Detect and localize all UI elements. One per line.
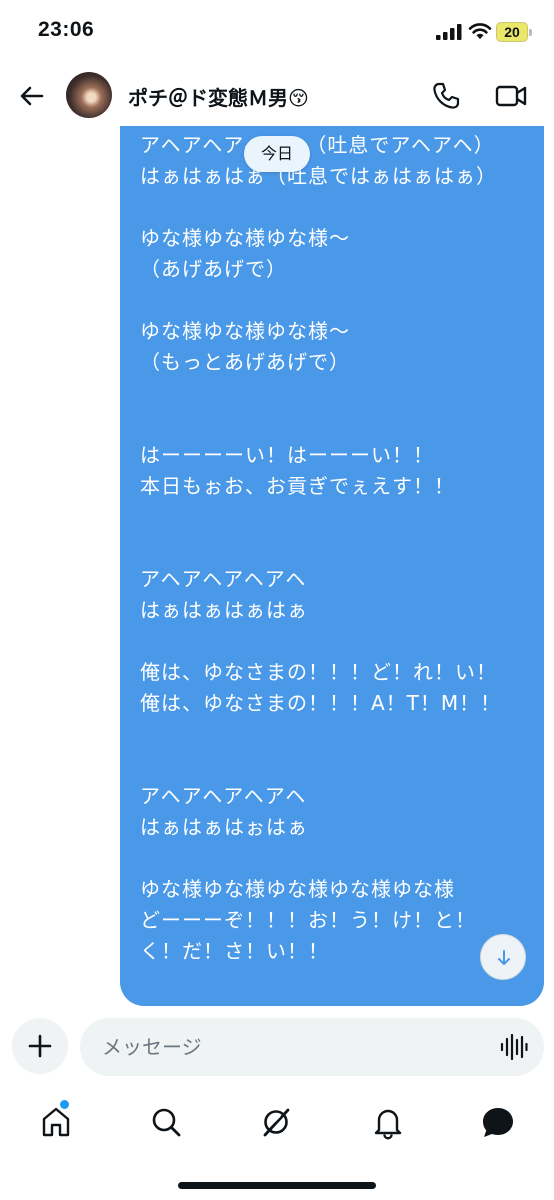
home-indicator <box>178 1182 376 1189</box>
tab-grok[interactable] <box>258 1104 294 1140</box>
plus-icon <box>28 1034 52 1058</box>
scroll-to-bottom-button[interactable] <box>480 934 526 980</box>
tab-messages[interactable] <box>480 1104 516 1140</box>
back-arrow-icon[interactable] <box>16 80 48 112</box>
status-bar: 23:06 20 <box>0 0 554 64</box>
signal-icon <box>436 24 462 40</box>
composer <box>0 1008 554 1088</box>
avatar[interactable] <box>66 72 112 118</box>
status-time: 23:06 <box>38 18 95 41</box>
date-separator: 今日 <box>244 136 310 172</box>
battery-icon: 20 <box>496 22 532 42</box>
wifi-icon <box>468 23 492 39</box>
tab-bar <box>0 1090 554 1200</box>
voice-wave-icon[interactable] <box>500 1034 528 1060</box>
home-icon <box>42 1107 70 1137</box>
notification-dot <box>60 1100 69 1109</box>
add-attachment-button[interactable] <box>12 1018 68 1074</box>
chat-header: ポチ＠ド変態Ｍ男😚 <box>0 64 554 126</box>
message-text: アヘアヘアヘアヘ（吐息でアヘアヘ） はぁはぁはぁ（吐息ではぁはぁはぁ） ゆな様ゆ… <box>140 133 502 963</box>
tab-home[interactable] <box>38 1100 74 1140</box>
tab-notifications[interactable] <box>370 1104 406 1140</box>
message-input[interactable] <box>80 1018 544 1076</box>
search-icon <box>152 1108 181 1137</box>
video-camera-icon[interactable] <box>494 80 528 112</box>
grok-icon <box>263 1108 290 1137</box>
tab-search[interactable] <box>148 1104 184 1140</box>
arrow-down-icon <box>498 950 510 965</box>
contact-name[interactable]: ポチ＠ド変態Ｍ男😚 <box>128 82 309 111</box>
phone-icon[interactable] <box>430 80 462 112</box>
messages-icon <box>483 1108 513 1137</box>
bell-icon <box>374 1109 402 1140</box>
message-list[interactable]: アヘアヘアヘアヘ（吐息でアヘアヘ） はぁはぁはぁ（吐息ではぁはぁはぁ） ゆな様ゆ… <box>0 126 554 1006</box>
